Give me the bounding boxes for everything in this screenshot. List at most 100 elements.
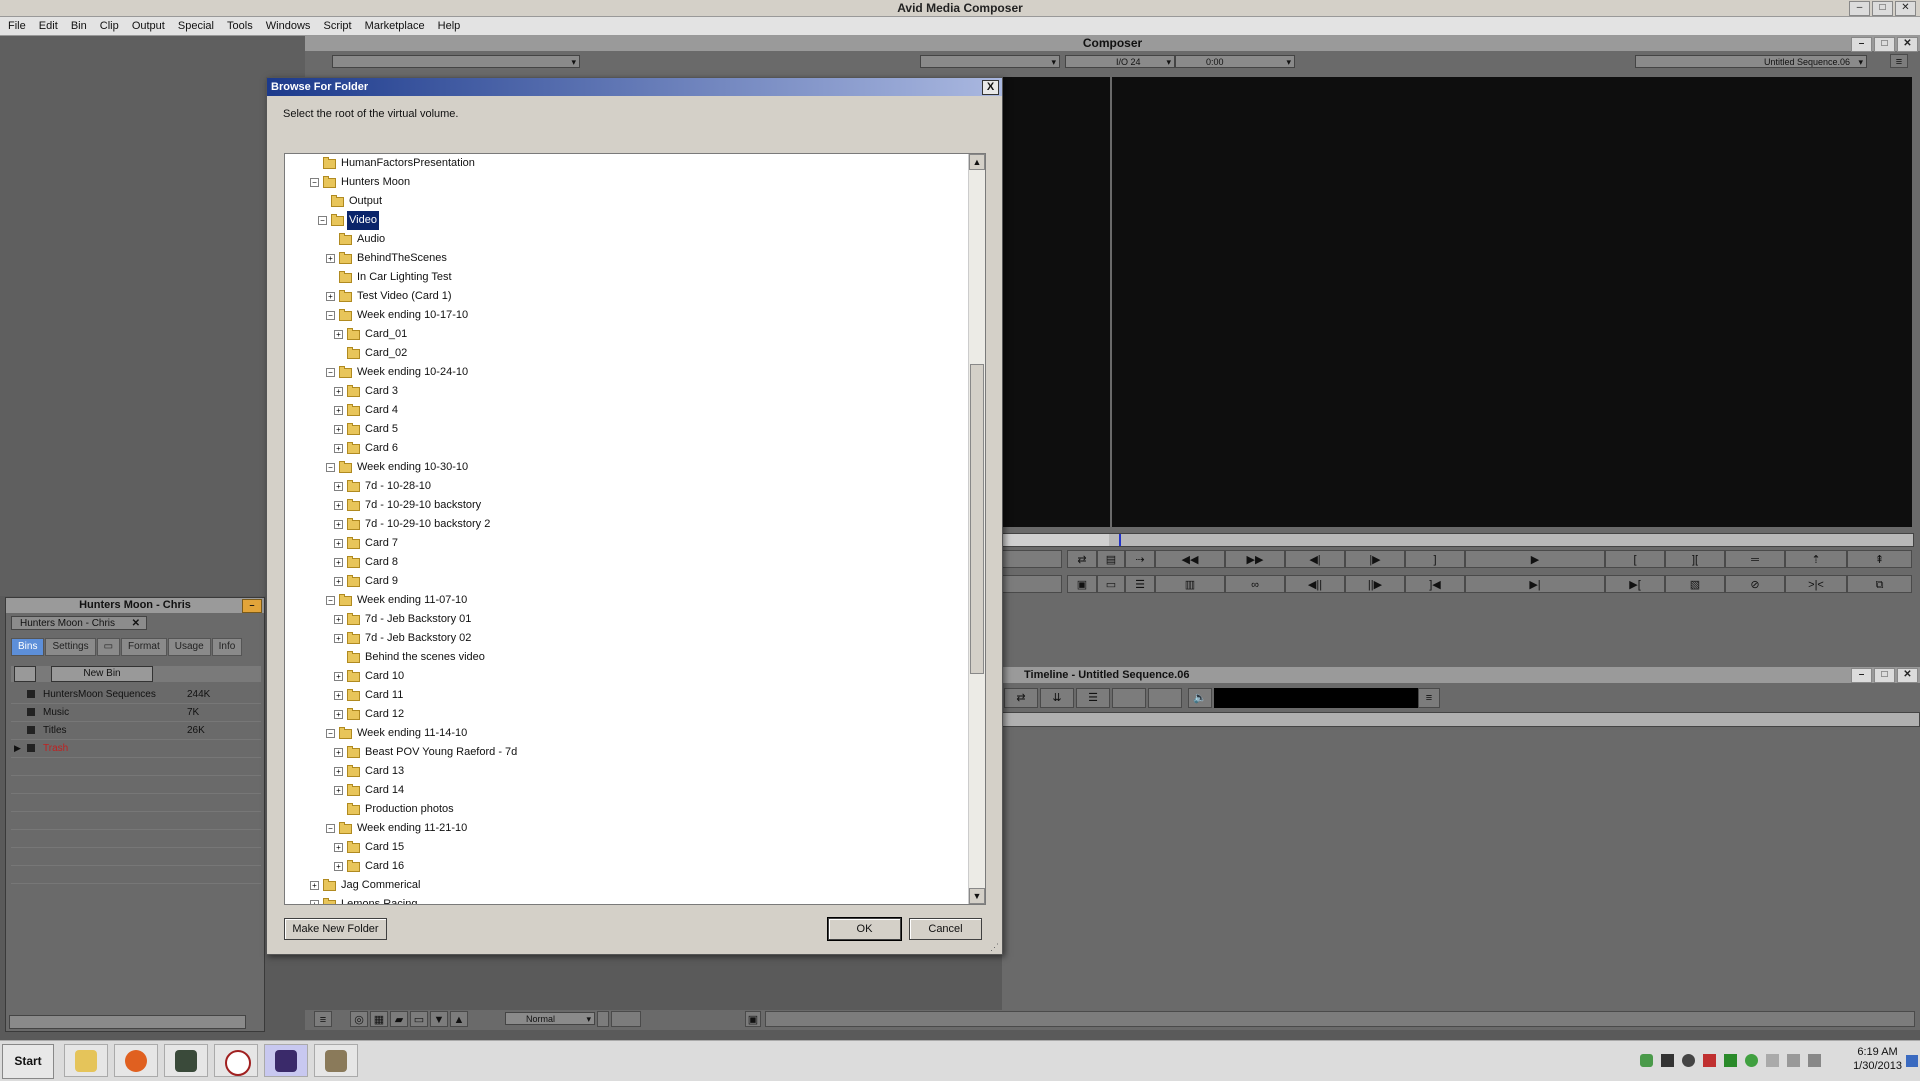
trim-right-icon[interactable]: ||▶ [1345,575,1405,593]
folder-tree-item[interactable]: + Beast POV Young Raeford - 7d [285,743,967,762]
dialog-close-icon[interactable]: X [982,80,999,95]
app-icon[interactable] [214,1044,258,1077]
expand-icon[interactable]: + [326,292,335,301]
avid-icon[interactable] [264,1044,308,1077]
timeline-close-button[interactable]: ✕ [1897,668,1918,683]
status-tray-icon[interactable] [1724,1054,1737,1067]
timeline-blank-button[interactable] [1112,688,1146,708]
timeline-horizontal-scrollbar[interactable] [765,1011,1915,1027]
scroll-thumb[interactable] [970,364,984,674]
folder-tree-item[interactable]: In Car Lighting Test [285,268,967,287]
speaker-tray-icon[interactable] [1808,1054,1821,1067]
folder-tree-item[interactable]: Card_02 [285,344,967,363]
expand-icon[interactable]: + [334,444,343,453]
firefox-icon[interactable] [114,1044,158,1077]
collapse-icon[interactable]: − [326,368,335,377]
folder-tree-item[interactable]: − Week ending 10-24-10 [285,363,967,382]
tab-usage[interactable]: Usage [167,638,211,656]
go-to-in-icon[interactable]: ▶[ [1605,575,1665,593]
timeline-view-icon[interactable]: ☰ [1076,688,1110,708]
folder-tree-item[interactable]: HumanFactorsPresentation [285,154,967,173]
menu-marketplace[interactable]: Marketplace [360,17,430,35]
composer-menu-icon[interactable]: ≡ [1890,54,1908,68]
folder-tree-item[interactable]: + Card 4 [285,401,967,420]
bin-view-icon[interactable] [14,666,36,682]
tab-format[interactable]: Format [121,638,167,656]
make-new-folder-button[interactable]: Make New Folder [284,918,387,940]
menu-script[interactable]: Script [318,17,356,35]
folder-tree-item[interactable]: − Week ending 10-17-10 [285,306,967,325]
expand-icon[interactable]: + [334,577,343,586]
folder-tree-item[interactable]: − Week ending 11-21-10 [285,819,967,838]
menu-bin[interactable]: Bin [66,17,92,35]
explorer-icon[interactable] [64,1044,108,1077]
mark-clip-icon[interactable]: ][ [1665,550,1725,568]
folder-tree-item[interactable]: + Card 9 [285,572,967,591]
down-arrow-icon[interactable]: ▼ [430,1011,448,1027]
bin-row[interactable]: Titles 26K [11,722,261,740]
expand-icon[interactable]: + [334,501,343,510]
collapse-icon[interactable]: − [326,596,335,605]
display-icon[interactable]: ▭ [410,1011,428,1027]
gimp-icon[interactable] [314,1044,358,1077]
volume-tray-icon[interactable] [1703,1054,1716,1067]
terminal-icon[interactable] [164,1044,208,1077]
speaker-icon[interactable]: 🔈 [1188,688,1212,708]
overwrite-icon[interactable]: ▤ [1097,550,1125,568]
expand-icon[interactable]: + [334,691,343,700]
taskbar-clock[interactable]: 6:19 AM 1/30/2013 [1853,1045,1902,1073]
collapse-icon[interactable]: − [318,216,327,225]
folder-tree-item[interactable]: − Week ending 11-14-10 [285,724,967,743]
source-button-blank-2[interactable] [1002,575,1062,593]
mode-dropdown[interactable]: Normal [505,1012,595,1026]
timeline-ruler[interactable] [1002,712,1920,727]
menu-output[interactable]: Output [127,17,170,35]
timeline-overwrite-icon[interactable]: ⇊ [1040,688,1074,708]
extract-icon[interactable]: ⇡ [1785,550,1847,568]
folder-tree-item[interactable]: + Lemons Racing [285,895,967,904]
folder-tree-item[interactable]: + Card 8 [285,553,967,572]
link-icon[interactable]: ∞ [1225,575,1285,593]
expand-icon[interactable]: + [334,615,343,624]
timeline-blank-button-2[interactable] [1148,688,1182,708]
expand-icon[interactable]: + [310,881,319,890]
film-icon[interactable]: ▦ [370,1011,388,1027]
project-horizontal-scrollbar[interactable] [9,1015,246,1029]
effect-icon[interactable]: ▰ [390,1011,408,1027]
collapse-icon[interactable]: − [326,463,335,472]
expand-icon[interactable]: + [334,482,343,491]
settings-sliders-icon[interactable]: ☰ [1125,575,1155,593]
folder-tree-item[interactable]: + Card 13 [285,762,967,781]
folder-tree-item[interactable]: + Card 10 [285,667,967,686]
minimize-button[interactable]: – [1849,1,1870,16]
tree-vertical-scrollbar[interactable]: ▲ ▼ [968,154,985,904]
trash-bin-row[interactable]: ▶ Trash [11,740,261,758]
folder-tree-item[interactable]: + Card 15 [285,838,967,857]
folder-tree[interactable]: HumanFactorsPresentation − Hunters Moon Out… [284,153,986,905]
project-tab[interactable]: Hunters Moon - Chris ✕ [11,616,147,630]
folder-tree-item[interactable]: + Jag Commerical [285,876,967,895]
splice-in-icon[interactable]: ⇄ [1067,550,1097,568]
expand-icon[interactable]: + [334,425,343,434]
source-button-blank[interactable] [1002,550,1062,568]
folder-tree-item[interactable]: + Card 3 [285,382,967,401]
menu-windows[interactable]: Windows [261,17,316,35]
menu-clip[interactable]: Clip [95,17,124,35]
display-tray-icon[interactable] [1787,1054,1800,1067]
folder-tree-item[interactable]: − Week ending 11-07-10 [285,591,967,610]
flag-tray-icon[interactable] [1766,1054,1779,1067]
tab-effects-icon[interactable]: ▭ [96,638,121,656]
rewind-icon[interactable]: ◀◀ [1155,550,1225,568]
scroll-down-icon[interactable]: ▼ [969,888,985,904]
zoom-handle[interactable] [597,1011,609,1027]
play-to-out-icon[interactable]: ▶| [1465,575,1605,593]
record-monitor[interactable] [1112,77,1912,527]
bottom-menu-icon[interactable]: ≡ [314,1011,332,1027]
tool-tray-icon[interactable] [1661,1054,1674,1067]
composer-minimize-button[interactable]: – [1851,37,1872,52]
expand-icon[interactable]: + [334,330,343,339]
fast-forward-icon[interactable]: ▶▶ [1225,550,1285,568]
folder-tree-item[interactable]: − Hunters Moon [285,173,967,192]
scroll-up-icon[interactable]: ▲ [969,154,985,170]
expand-icon[interactable]: + [334,710,343,719]
